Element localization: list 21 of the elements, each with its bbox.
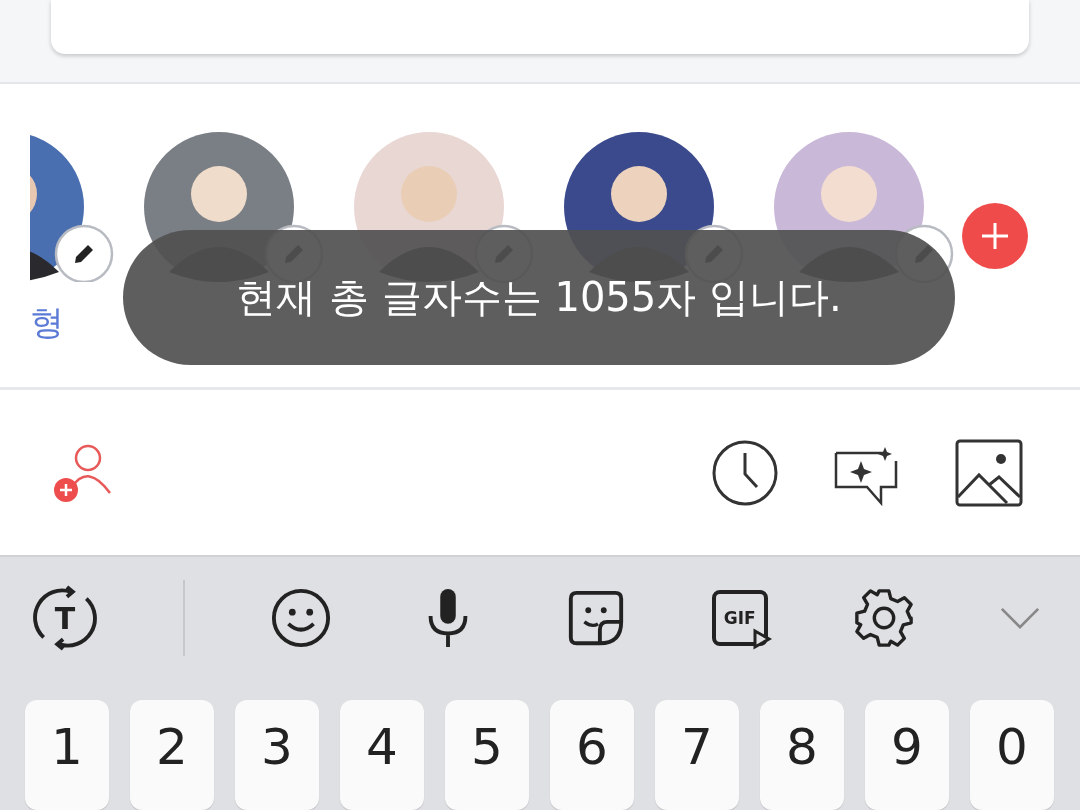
toast: 현재 총 글자수는 1055자 입니다. — [123, 230, 955, 365]
number-key[interactable]: 7 — [655, 700, 739, 810]
number-key[interactable]: 8 — [760, 700, 844, 810]
number-key[interactable]: 1 — [25, 700, 109, 810]
number-key[interactable]: 6 — [550, 700, 634, 810]
image-icon[interactable] — [955, 438, 1023, 507]
number-key[interactable]: 0 — [970, 700, 1054, 810]
number-key[interactable]: 9 — [865, 700, 949, 810]
edit-icon[interactable] — [54, 224, 114, 282]
translate-button[interactable]: T — [32, 585, 98, 651]
number-key[interactable]: 3 — [235, 700, 319, 810]
clock-icon[interactable] — [711, 438, 779, 507]
play-icon — [751, 628, 772, 650]
number-key[interactable]: 2 — [130, 700, 214, 810]
number-key[interactable]: 4 — [340, 700, 424, 810]
number-key[interactable]: 5 — [445, 700, 529, 810]
contact-name: 형 — [30, 301, 64, 344]
settings-icon[interactable] — [852, 587, 915, 649]
add-icon[interactable] — [962, 203, 1028, 269]
collapse-icon[interactable] — [1000, 607, 1040, 629]
emoji-icon[interactable] — [270, 587, 333, 649]
